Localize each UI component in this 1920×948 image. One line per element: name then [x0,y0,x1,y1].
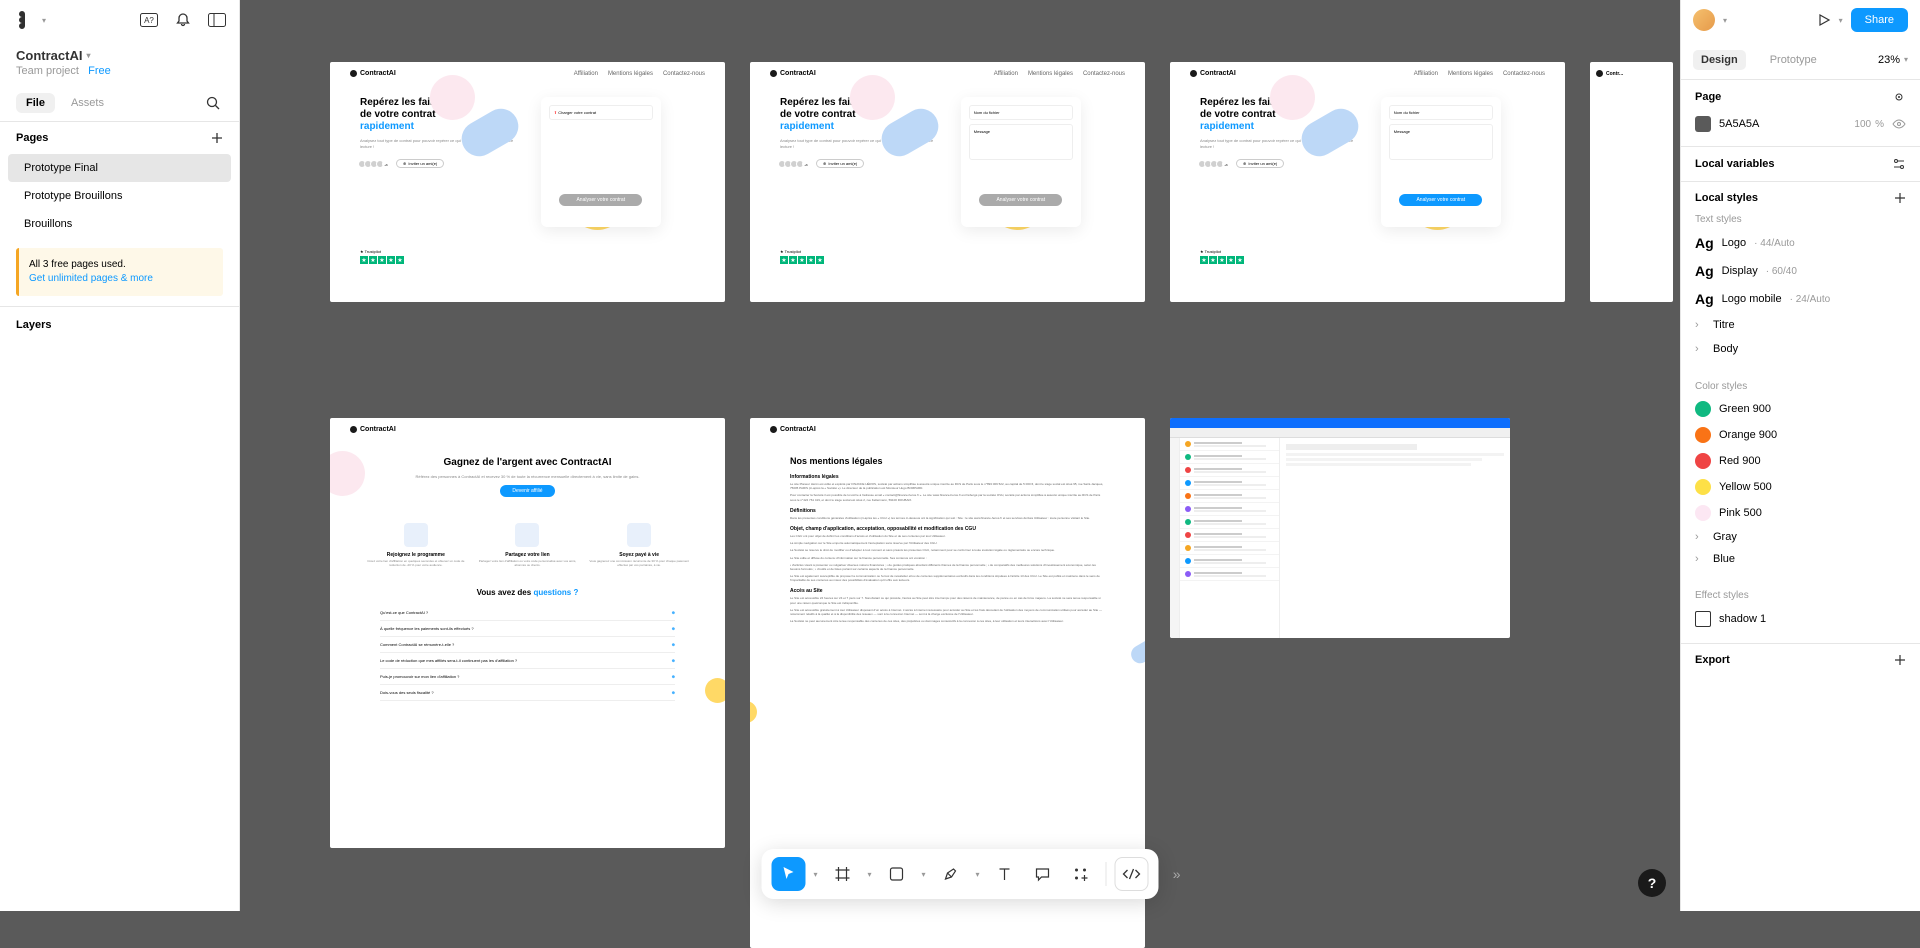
text-styles-header: Text styles [1695,214,1906,225]
comment-tool[interactable] [1026,857,1060,891]
frame-mail-client[interactable]: Mail [1170,418,1510,638]
pages-header[interactable]: Pages [16,132,48,144]
color-hex-value[interactable]: 5A5A5A [1719,118,1846,130]
effect-icon [1695,611,1711,627]
color-style-item[interactable]: Red 900 [1695,448,1906,474]
tab-prototype[interactable]: Prototype [1762,50,1825,70]
frame-tarif[interactable]: Tarif Contr... [1590,62,1673,302]
add-style-icon[interactable] [1894,192,1906,204]
zoom-value: 23% [1878,54,1900,66]
chevron-down-icon: ▾ [86,51,90,60]
share-button[interactable]: Share [1851,8,1908,32]
color-swatch [1695,427,1711,443]
color-swatch[interactable] [1695,116,1711,132]
effect-style-item[interactable]: shadow 1 [1695,605,1906,633]
toolbar-expand[interactable]: » [1173,866,1181,882]
color-style-item[interactable]: Orange 900 [1695,422,1906,448]
main-menu[interactable] [12,10,32,30]
panel-toggle-icon[interactable] [207,10,227,30]
page-item[interactable]: Prototype Brouillons [8,182,231,210]
color-style-item[interactable]: Pink 500 [1695,500,1906,526]
banner-text: All 3 free pages used. [29,258,213,272]
tab-design[interactable]: Design [1693,50,1746,70]
chevron-down-icon[interactable]: ▾ [1723,16,1727,25]
tab-assets[interactable]: Assets [71,97,104,109]
local-styles-header[interactable]: Local styles [1695,192,1758,204]
page-item[interactable]: Prototype Final [8,154,231,182]
help-button[interactable]: ? [1638,869,1666,897]
actions-tool[interactable] [1064,857,1098,891]
settings-icon[interactable] [1892,90,1906,104]
color-swatch [1695,479,1711,495]
frame-tool[interactable] [826,857,860,891]
add-export-icon[interactable] [1894,654,1906,666]
present-icon[interactable] [1817,13,1831,27]
banner-upgrade-link[interactable]: Get unlimited pages & more [29,272,213,286]
avatar[interactable] [1693,9,1715,31]
chevron-down-icon[interactable]: ▾ [1839,16,1843,25]
variables-settings-icon[interactable] [1892,157,1906,171]
text-style-item[interactable]: AgLogo mobile· 24/Auto [1695,285,1906,313]
frame-affiliation[interactable]: Affiliation ContractAI Gagnez de l'argen… [330,418,725,848]
keyboard-shortcuts-icon[interactable]: A? [139,10,159,30]
tools-toolbar: ▾ ▾ ▾ ▾ » [762,849,1159,899]
shape-tool[interactable] [880,857,914,891]
visibility-icon[interactable] [1892,119,1906,129]
chevron-down-icon[interactable]: ▾ [42,16,46,25]
page-background-color[interactable]: 5A5A5A 100% [1695,112,1906,136]
notifications-icon[interactable] [173,10,193,30]
zoom-control[interactable]: 23% ▾ [1878,54,1908,66]
color-styles-header: Color styles [1695,381,1906,392]
text-style-folder[interactable]: ›Titre [1695,313,1906,337]
frame-mail[interactable]: mail ContractAIAffiliationMentions légal… [1170,62,1565,302]
dev-mode-toggle[interactable] [1115,857,1149,891]
text-style-folder[interactable]: ›Body [1695,337,1906,361]
svg-text:A?: A? [144,16,154,25]
text-style-item[interactable]: AgLogo· 44/Auto [1695,229,1906,257]
project-name[interactable]: ContractAI ▾ [16,48,223,63]
color-swatch [1695,401,1711,417]
effect-styles-header: Effect styles [1695,590,1906,601]
frame-tool-dropdown[interactable]: ▾ [864,870,876,879]
color-swatch [1695,453,1711,469]
text-tool[interactable] [988,857,1022,891]
search-icon[interactable] [203,93,223,113]
export-header[interactable]: Export [1695,654,1730,666]
color-style-folder[interactable]: ›Blue [1695,548,1906,570]
frame-accueil[interactable]: Accueil ContractAIAffiliationMentions lé… [330,62,725,302]
text-style-item[interactable]: AgDisplay· 60/40 [1695,257,1906,285]
pen-tool[interactable] [934,857,968,891]
page-item[interactable]: Brouillons [8,210,231,238]
move-tool-dropdown[interactable]: ▾ [810,870,822,879]
tab-file[interactable]: File [16,93,55,113]
canvas[interactable]: Accueil ContractAIAffiliationMentions lé… [240,0,1680,911]
move-tool[interactable] [772,857,806,891]
color-style-item[interactable]: Green 900 [1695,396,1906,422]
plan-badge[interactable]: Free [88,65,111,77]
page-section-header: Page [1695,91,1721,103]
color-style-folder[interactable]: ›Gray [1695,526,1906,548]
team-label[interactable]: Team project [16,65,79,77]
add-page-icon[interactable] [211,132,223,144]
project-name-text: ContractAI [16,48,82,63]
pen-tool-dropdown[interactable]: ▾ [972,870,984,879]
color-style-item[interactable]: Yellow 500 [1695,474,1906,500]
color-swatch [1695,505,1711,521]
shape-tool-dropdown[interactable]: ▾ [918,870,930,879]
local-variables-header[interactable]: Local variables [1695,158,1775,170]
pages-limit-banner: All 3 free pages used. Get unlimited pag… [16,248,223,296]
layers-header[interactable]: Layers [0,306,239,343]
frame-fichier[interactable]: fichier ContractAIAffiliationMentions lé… [750,62,1145,302]
